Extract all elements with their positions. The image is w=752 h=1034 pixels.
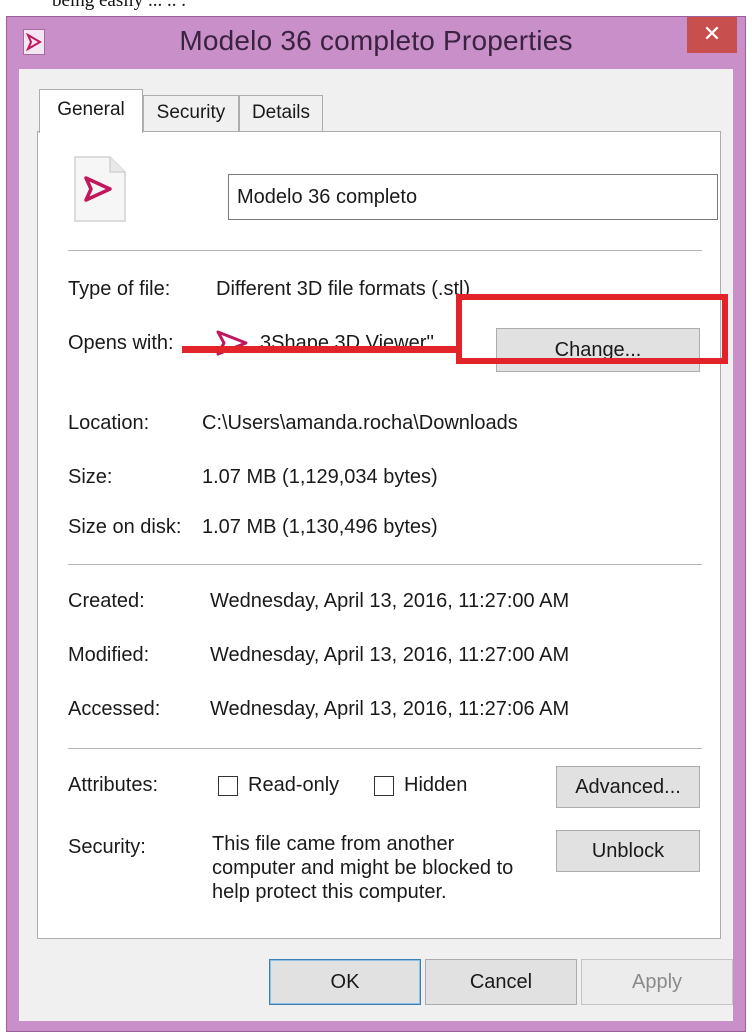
accessed-label: Accessed: — [68, 698, 161, 720]
size-on-disk-label: Size on disk: — [68, 516, 182, 538]
attributes-label: Attributes: — [68, 774, 159, 796]
separator — [68, 748, 702, 749]
unblock-button[interactable]: Unblock — [556, 830, 700, 872]
security-text-line-1: This file came from another — [212, 833, 455, 855]
properties-window: Modelo 36 completo Properties ✕ General … — [6, 16, 746, 1032]
security-label: Security: — [68, 836, 146, 858]
security-text-line-3: help protect this computer. — [212, 881, 447, 903]
type-of-file-value: Different 3D file formats (.stl) — [216, 278, 471, 300]
hidden-checkbox[interactable] — [374, 776, 394, 796]
change-button[interactable]: Change... — [496, 328, 700, 372]
general-tab-panel: Type of file: Different 3D file formats … — [37, 131, 721, 939]
dialog-client-area: General Security Details Type of file: D… — [19, 69, 733, 1021]
apply-button[interactable]: Apply — [581, 959, 733, 1005]
security-text-line-2: computer and might be blocked to — [212, 857, 514, 879]
type-of-file-label: Type of file: — [68, 278, 171, 300]
title-bar[interactable]: Modelo 36 completo Properties ✕ — [7, 17, 745, 69]
modified-label: Modified: — [68, 644, 150, 666]
tab-details[interactable]: Details — [239, 95, 323, 131]
read-only-label[interactable]: Read-only — [248, 774, 339, 797]
location-value: C:\Users\amanda.rocha\Downloads — [202, 412, 518, 434]
caption-text: being easily ... .. . — [52, 0, 187, 11]
accessed-value: Wednesday, April 13, 2016, 11:27:06 AM — [210, 698, 570, 720]
read-only-checkbox[interactable] — [218, 776, 238, 796]
opens-with-label: Opens with: — [68, 332, 174, 354]
created-value: Wednesday, April 13, 2016, 11:27:00 AM — [210, 590, 570, 612]
close-button[interactable]: ✕ — [687, 17, 737, 53]
size-label: Size: — [68, 466, 113, 488]
cancel-button[interactable]: Cancel — [425, 959, 577, 1005]
tab-security[interactable]: Security — [143, 95, 239, 131]
opens-with-value: 3Shape 3D Viewer'' — [260, 332, 435, 354]
file-name-input[interactable] — [228, 174, 718, 220]
size-value: 1.07 MB (1,129,034 bytes) — [202, 466, 438, 488]
separator — [68, 250, 702, 251]
separator — [68, 564, 702, 565]
modified-value: Wednesday, April 13, 2016, 11:27:00 AM — [210, 644, 570, 666]
created-label: Created: — [68, 590, 145, 612]
stl-file-icon — [74, 156, 126, 222]
location-label: Location: — [68, 412, 150, 434]
hidden-label[interactable]: Hidden — [404, 774, 467, 797]
size-on-disk-value: 1.07 MB (1,130,496 bytes) — [202, 516, 438, 538]
advanced-button[interactable]: Advanced... — [556, 766, 700, 808]
tab-general[interactable]: General — [39, 89, 143, 133]
window-title: Modelo 36 completo Properties — [179, 25, 573, 56]
ok-button[interactable]: OK — [269, 959, 421, 1005]
3shape-viewer-icon — [216, 330, 248, 356]
close-icon: ✕ — [702, 22, 722, 47]
